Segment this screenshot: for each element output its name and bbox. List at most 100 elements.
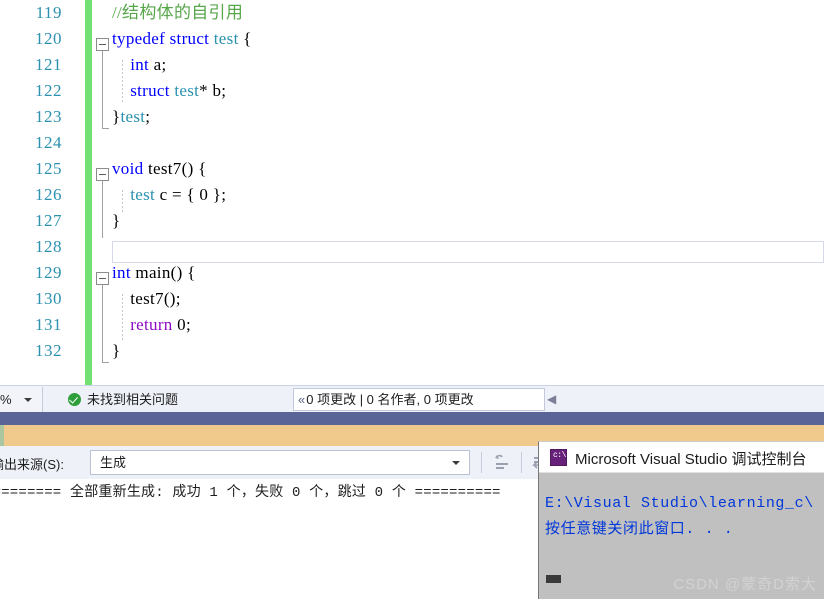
console-line-prompt: 按任意键关闭此窗口. . . (545, 517, 733, 538)
line-number: 122 (0, 78, 62, 104)
console-app-icon (550, 449, 567, 466)
code-line[interactable]: 121 int a; (0, 52, 824, 78)
code-line[interactable]: 124 (0, 130, 824, 156)
code-text: test7(); (112, 286, 181, 312)
token-plain: a; (149, 55, 166, 74)
status-bar: % 未找到相关问题 «0 项更改 | 0 名作者, 0 项更改 ◀ (0, 385, 824, 412)
token-plain: () { (171, 263, 196, 282)
zoom-level-combo[interactable]: % (0, 387, 43, 412)
line-number: 127 (0, 208, 62, 234)
token-type: test (130, 185, 155, 204)
issue-status-label: 未找到相关问题 (87, 392, 178, 407)
toolbar-separator (521, 452, 522, 473)
code-text: //结构体的自引用 (112, 0, 243, 26)
token-plain (112, 185, 130, 204)
token-kw: struct (170, 29, 210, 48)
output-source-label: 示输出来源(S): (0, 454, 64, 473)
code-line[interactable]: 131 return 0; (0, 312, 824, 338)
code-line[interactable]: 122 struct test* b; (0, 78, 824, 104)
output-line: ========= 全部重新生成: 成功 1 个，失败 0 个，跳过 0 个 =… (0, 481, 501, 501)
debug-console-window[interactable]: Microsoft Visual Studio 调试控制台 E:\Visual … (538, 441, 824, 599)
code-line[interactable]: 120 typedef struct test { (0, 26, 824, 52)
code-line[interactable]: 119 //结构体的自引用 (0, 0, 824, 26)
double-chevron-left-icon: « (298, 389, 305, 410)
code-line[interactable]: 132} (0, 338, 824, 364)
token-plain (112, 315, 130, 334)
visual-studio-window: 119 //结构体的自引用 120 typedef struct test {121 … (0, 0, 824, 599)
token-plain: } (112, 211, 120, 230)
token-plain: test7 (130, 289, 164, 308)
code-lines: 119 //结构体的自引用 120 typedef struct test {121 … (0, 0, 824, 364)
token-plain: ; (186, 315, 191, 334)
line-number: 124 (0, 130, 62, 156)
code-text: typedef struct test { (112, 26, 252, 52)
token-cmt: //结构体的自引用 (112, 3, 243, 22)
code-text: int a; (112, 52, 166, 78)
line-number: 123 (0, 104, 62, 130)
token-plain: } (112, 341, 120, 360)
line-number: 125 (0, 156, 62, 182)
console-caret (546, 575, 561, 583)
zoom-level-value: % (0, 387, 12, 412)
console-titlebar[interactable]: Microsoft Visual Studio 调试控制台 (539, 442, 824, 473)
console-line-path: E:\Visual Studio\learning_c\ (545, 495, 814, 512)
token-num: 0 (199, 185, 208, 204)
line-number: 121 (0, 52, 62, 78)
status-overflow-chevron-icon[interactable]: ◀ (547, 392, 556, 406)
code-text: void test7() { (112, 156, 207, 182)
code-text: }test; (112, 104, 150, 130)
token-type: test (174, 81, 199, 100)
token-plain: ; (145, 107, 150, 126)
code-line[interactable]: 129 int main() { (0, 260, 824, 286)
code-text: } (112, 208, 120, 234)
current-line-indicator (112, 241, 824, 263)
token-kw: int (112, 263, 131, 282)
token-type: test (120, 107, 145, 126)
line-number: 130 (0, 286, 62, 312)
line-number: 119 (0, 0, 62, 26)
code-text: } (112, 338, 120, 364)
code-text: return 0; (112, 312, 191, 338)
line-number: 120 (0, 26, 62, 52)
token-plain (112, 55, 130, 74)
token-plain: main (135, 263, 170, 282)
token-kw: int (130, 55, 149, 74)
chevron-down-icon (24, 398, 32, 402)
token-plain: }; (208, 185, 226, 204)
code-text: struct test* b; (112, 78, 226, 104)
issue-status[interactable]: 未找到相关问题 (68, 386, 178, 413)
line-number: 131 (0, 312, 62, 338)
watermark: CSDN @蒙奇D索大 (673, 573, 817, 594)
code-line[interactable]: 126 test c = { 0 }; (0, 182, 824, 208)
token-plain: c = { (155, 185, 199, 204)
token-plain: * b; (199, 81, 226, 100)
output-source-combo[interactable]: 生成 (90, 450, 470, 475)
changes-status-label: 0 项更改 | 0 名作者, 0 项更改 (306, 392, 473, 407)
token-num: 0 (177, 315, 186, 334)
code-line[interactable]: 127} (0, 208, 824, 234)
code-line[interactable]: 130 test7(); (0, 286, 824, 312)
output-source-value: 生成 (100, 455, 126, 470)
token-type: test (214, 29, 239, 48)
token-plain: { (239, 29, 252, 48)
check-circle-icon (68, 393, 81, 406)
console-title: Microsoft Visual Studio 调试控制台 (575, 448, 806, 469)
code-line[interactable]: 125 void test7() { (0, 156, 824, 182)
clear-all-button[interactable] (490, 451, 514, 474)
code-editor[interactable]: 119 //结构体的自引用 120 typedef struct test {121 … (0, 0, 824, 385)
chevron-down-icon (452, 461, 460, 465)
token-kw: struct (130, 81, 170, 100)
console-body[interactable]: E:\Visual Studio\learning_c\ 按任意键关闭此窗口. … (539, 473, 824, 599)
token-plain (112, 289, 130, 308)
window-separator-band (0, 412, 824, 425)
token-plain: () { (182, 159, 207, 178)
token-kw: typedef (112, 29, 165, 48)
source-control-changes-status[interactable]: «0 项更改 | 0 名作者, 0 项更改 (293, 388, 545, 411)
token-plain: (); (164, 289, 181, 308)
token-ctrl: return (130, 315, 172, 334)
code-text: int main() { (112, 260, 196, 286)
line-number: 129 (0, 260, 62, 286)
code-line[interactable]: 123 }test; (0, 104, 824, 130)
code-text: test c = { 0 }; (112, 182, 226, 208)
token-plain: test7 (148, 159, 182, 178)
